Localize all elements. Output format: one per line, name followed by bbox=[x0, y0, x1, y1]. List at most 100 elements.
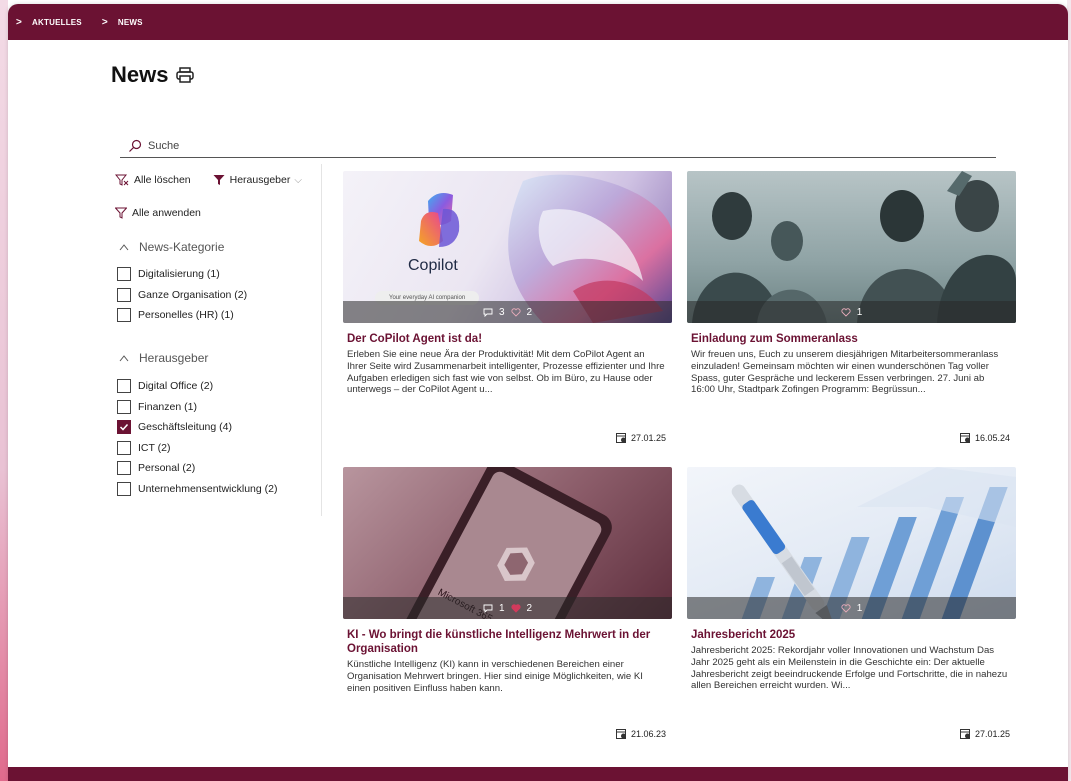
like-count: 2 bbox=[526, 602, 533, 614]
filter-option-digital-office[interactable]: Digital Office (2) bbox=[117, 376, 277, 397]
print-icon[interactable] bbox=[176, 67, 195, 83]
filter-group-publisher[interactable]: Herausgeber bbox=[119, 351, 208, 365]
filter-list-news-category: Digitalisierung (1) Ganze Organisation (… bbox=[117, 264, 247, 326]
news-card-title[interactable]: Jahresbericht 2025 bbox=[687, 628, 1016, 642]
news-card[interactable]: Microsoft 365 1 2 KI - Wo bringt die kün… bbox=[343, 467, 672, 747]
news-card-stats: 1 2 bbox=[343, 597, 672, 619]
news-card-image: 1 bbox=[687, 467, 1016, 619]
filter-option-label: Digitalisierung (1) bbox=[138, 268, 220, 281]
filter-filled-icon bbox=[213, 175, 225, 185]
news-card-stats: 3 2 bbox=[343, 301, 672, 323]
checkbox[interactable] bbox=[117, 379, 131, 394]
date-label: 16.05.24 bbox=[974, 432, 1010, 443]
comment-icon bbox=[483, 308, 493, 317]
page-frame: > AKTUELLES > NEWS News Suche Alle lösch… bbox=[8, 4, 1068, 781]
news-card-title[interactable]: KI - Wo bringt die künstliche Intelligen… bbox=[343, 628, 672, 656]
page-title-row: News bbox=[111, 62, 195, 88]
filter-option-ict[interactable]: ICT (2) bbox=[117, 438, 277, 459]
date-label: 21.06.23 bbox=[630, 728, 666, 739]
heart-icon[interactable] bbox=[841, 603, 851, 613]
filter-option-label: Personelles (HR) (1) bbox=[138, 309, 234, 322]
filter-option-label: Geschäftsleitung (4) bbox=[138, 421, 232, 434]
filter-option-finanzen[interactable]: Finanzen (1) bbox=[117, 397, 277, 418]
filter-option-personelles[interactable]: Personelles (HR) (1) bbox=[117, 305, 247, 326]
checkbox[interactable] bbox=[117, 399, 131, 414]
filter-option-personal[interactable]: Personal (2) bbox=[117, 458, 277, 479]
checkbox[interactable] bbox=[117, 461, 131, 476]
chevron-down-icon: ⌵ bbox=[294, 174, 302, 186]
filter-sidebar: Alle löschen Herausgeber ⌵ Alle anwenden bbox=[111, 164, 322, 516]
news-card-date: 21.06.23 bbox=[615, 728, 666, 739]
filter-option-geschaeftsleitung[interactable]: Geschäftsleitung (4) bbox=[117, 417, 277, 438]
clear-all-label: Alle löschen bbox=[134, 174, 191, 186]
chevron-up-icon bbox=[119, 244, 129, 251]
checkbox-checked[interactable] bbox=[117, 420, 131, 435]
heart-icon[interactable] bbox=[510, 307, 521, 317]
checkbox[interactable] bbox=[117, 287, 131, 302]
publisher-dropdown[interactable]: Herausgeber ⌵ bbox=[213, 174, 302, 186]
like-count: 1 bbox=[856, 602, 863, 614]
checkbox[interactable] bbox=[117, 267, 131, 282]
checkmark-icon bbox=[119, 424, 129, 431]
like-count: 2 bbox=[526, 306, 533, 318]
checkbox[interactable] bbox=[117, 481, 131, 496]
filter-list-publisher: Digital Office (2) Finanzen (1) Geschäft… bbox=[117, 376, 277, 499]
apply-all-filters-button[interactable]: Alle anwenden bbox=[115, 207, 201, 219]
filter-option-digitalisierung[interactable]: Digitalisierung (1) bbox=[117, 264, 247, 285]
search-bar bbox=[120, 134, 996, 158]
comment-icon bbox=[483, 604, 493, 613]
window-edge-left bbox=[0, 0, 8, 781]
news-card-title[interactable]: Der CoPilot Agent ist da! bbox=[343, 332, 672, 346]
filter-icon bbox=[115, 207, 127, 219]
filter-option-label: Unternehmensentwicklung (2) bbox=[138, 482, 278, 495]
news-card-excerpt: Wir freuen uns, Euch zu unserem diesjähr… bbox=[691, 349, 999, 396]
news-card[interactable]: Copilot Your everyday AI companion 3 2 D… bbox=[343, 171, 672, 451]
news-card-date: 27.01.25 bbox=[615, 432, 666, 443]
like-count: 1 bbox=[856, 306, 863, 318]
filter-option-label: Finanzen (1) bbox=[138, 400, 197, 413]
search-input[interactable] bbox=[148, 139, 948, 152]
news-card-image: Microsoft 365 1 2 bbox=[343, 467, 672, 619]
heart-icon[interactable] bbox=[841, 307, 851, 317]
news-card-date: 27.01.25 bbox=[959, 728, 1010, 739]
date-label: 27.01.25 bbox=[974, 728, 1010, 739]
calendar-icon bbox=[959, 729, 970, 739]
filter-option-label: ICT (2) bbox=[138, 441, 171, 454]
news-card[interactable]: 1 Jahresbericht 2025 Jahresbericht 2025:… bbox=[687, 467, 1016, 747]
news-card-stats: 1 bbox=[687, 597, 1016, 619]
copilot-brand-text: Copilot bbox=[408, 257, 458, 274]
filter-option-ganze-organisation[interactable]: Ganze Organisation (2) bbox=[117, 285, 247, 306]
calendar-icon bbox=[959, 433, 970, 443]
date-label: 27.01.25 bbox=[630, 432, 666, 443]
calendar-icon bbox=[615, 729, 626, 739]
comment-count: 1 bbox=[498, 602, 505, 614]
breadcrumb-separator: > bbox=[101, 16, 108, 28]
breadcrumb-item-news[interactable]: NEWS bbox=[118, 18, 143, 27]
publisher-dropdown-label: Herausgeber bbox=[229, 174, 291, 186]
breadcrumb-item-aktuelles[interactable]: AKTUELLES bbox=[32, 18, 82, 27]
heart-filled-icon[interactable] bbox=[510, 603, 521, 613]
news-card-excerpt: Erleben Sie eine neue Ära der Produktivi… bbox=[347, 349, 665, 396]
news-card-excerpt: Künstliche Intelligenz (KI) kann in vers… bbox=[347, 659, 643, 694]
checkbox[interactable] bbox=[117, 440, 131, 455]
search-icon bbox=[129, 139, 142, 152]
calendar-icon bbox=[615, 433, 626, 443]
apply-all-label: Alle anwenden bbox=[132, 207, 201, 219]
clear-all-filters-button[interactable]: Alle löschen bbox=[115, 174, 191, 186]
news-card[interactable]: 1 Einladung zum Sommeranlass Wir freuen … bbox=[687, 171, 1016, 451]
filter-option-label: Ganze Organisation (2) bbox=[138, 288, 248, 301]
news-card-title[interactable]: Einladung zum Sommeranlass bbox=[687, 332, 1016, 346]
news-card-stats: 1 bbox=[687, 301, 1016, 323]
checkbox[interactable] bbox=[117, 308, 131, 323]
comment-count: 3 bbox=[498, 306, 505, 318]
filter-option-label: Digital Office (2) bbox=[138, 380, 214, 393]
filter-group-news-category[interactable]: News-Kategorie bbox=[119, 240, 224, 254]
filter-group-label: News-Kategorie bbox=[139, 240, 225, 254]
news-card-image: Copilot Your everyday AI companion 3 2 bbox=[343, 171, 672, 323]
news-card-image: 1 bbox=[687, 171, 1016, 323]
breadcrumb: > AKTUELLES > NEWS bbox=[8, 4, 1068, 40]
filter-option-unternehmensentwicklung[interactable]: Unternehmensentwicklung (2) bbox=[117, 479, 277, 500]
filter-option-label: Personal (2) bbox=[138, 462, 196, 475]
news-card-date: 16.05.24 bbox=[959, 432, 1010, 443]
footer-bar bbox=[8, 767, 1068, 781]
